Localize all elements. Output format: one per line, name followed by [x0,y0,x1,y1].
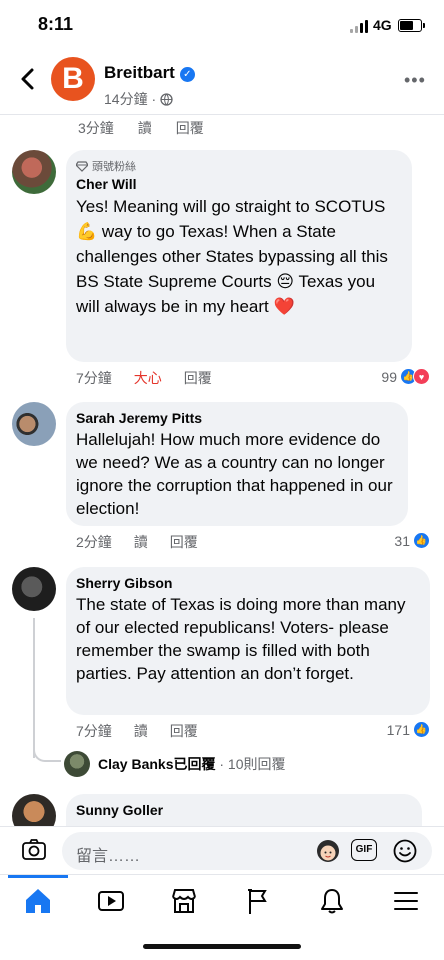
comment-actions: 2分鐘 讀 回覆 [76,532,198,552]
status-time: 8:11 [38,14,74,34]
comment-text: Yes! Meaning will go straight to SCOTUS … [76,194,402,319]
comment-bubble[interactable]: Sarah Jeremy Pitts Hallelujah! How much … [66,402,408,526]
bottom-tab-bar [0,874,444,927]
read-link[interactable]: 讀 [138,118,152,138]
reply-link[interactable]: 回覆 [170,721,198,741]
replier-name: Clay Banks [98,756,174,772]
read-link[interactable]: 讀 [134,532,148,552]
comment-text: The state of Texas is doing more than ma… [76,595,406,683]
comment-text: Hallelujah! How much more evidence do we… [76,430,393,518]
home-icon[interactable] [22,885,54,917]
reply-link[interactable]: 回覆 [170,532,198,552]
reaction-summary[interactable]: 171 👍 [387,721,430,738]
reply-link[interactable]: 回覆 [184,368,212,388]
reply-suffix: 已回覆 [173,756,216,772]
comments-feed[interactable]: 3分鐘 讀 回覆 頭號粉絲 Cher Will Yes! Meaning wil… [0,114,444,826]
comment-actions: 7分鐘 大心 回覆 [76,368,212,388]
like-reaction-icon: 👍 [413,721,430,738]
like-reaction-icon: 👍 [413,532,430,549]
reaction-count: 31 [394,532,410,549]
post-header: B Breitbart ✓ 14分鐘 · ••• [0,50,444,114]
avatar-sticker-icon[interactable] [315,838,341,864]
signal-icon [350,20,368,33]
diamond-icon [76,160,88,172]
status-bar: 8:11 4G [0,0,444,50]
notifications-bell-icon[interactable] [316,885,348,917]
verified-badge-icon: ✓ [179,67,195,82]
commenter-name[interactable]: Sunny Goller [76,802,412,818]
network-type: 4G [373,17,392,33]
reply-summary-text: Clay Banks已回覆 · 10則回覆 [98,754,286,774]
reply-link[interactable]: 回覆 [176,118,204,138]
gif-label: GIF [355,844,373,855]
avatar[interactable] [12,402,56,446]
watch-video-icon[interactable] [95,885,127,917]
flexed-biceps-emoji-icon: 💪 [76,222,98,241]
top-fan-badge: 頭號粉絲 [76,158,402,174]
page-logo-letter: B [62,62,84,95]
reaction-count: 171 [386,721,410,738]
pages-flag-icon[interactable] [242,885,274,917]
back-arrow-icon[interactable] [14,64,44,94]
comment-bubble[interactable]: 頭號粉絲 Cher Will Yes! Meaning will go stra… [66,150,412,362]
comment-input[interactable]: 留言…… GIF [62,832,432,870]
globe-icon [160,93,173,106]
read-link[interactable]: 讀 [134,721,148,741]
comment-bubble[interactable]: Sunny Goller [66,794,422,826]
reaction-summary[interactable]: 31 👍 [394,532,430,549]
post-meta: 14分鐘 · [104,89,173,109]
reply-thread-line [33,618,35,758]
more-options-icon[interactable]: ••• [404,70,426,91]
pensive-face-emoji-icon: 😔 [276,272,295,291]
marketplace-icon[interactable] [168,885,200,917]
menu-hamburger-icon[interactable] [390,885,422,917]
page-name-row[interactable]: Breitbart ✓ [104,63,195,83]
reply-thread-curve [33,740,61,762]
post-time: 14分鐘 · [104,91,161,107]
comment-text-part: Yes! Meaning will go straight to SCOTUS [76,197,386,216]
replier-avatar [64,751,90,777]
avatar[interactable] [12,794,56,826]
page-avatar[interactable]: B [51,57,95,101]
commenter-name[interactable]: Sherry Gibson [76,575,420,591]
red-heart-emoji-icon: ❤️ [273,297,295,316]
comment-time: 3分鐘 [78,120,114,136]
reply-count: · 10則回覆 [215,756,286,772]
comment-time: 7分鐘 [76,723,112,739]
comment-bubble[interactable]: Sherry Gibson The state of Texas is doin… [66,567,430,715]
gif-button[interactable]: GIF [351,839,377,861]
avatar[interactable] [12,567,56,611]
active-tab-indicator [8,875,68,878]
emoji-icon[interactable] [392,838,418,864]
love-reaction-icon: ♥ [413,368,430,385]
comment-time: 7分鐘 [76,370,112,386]
comment-time: 2分鐘 [76,534,112,550]
commenter-name[interactable]: Cher Will [76,176,402,192]
page-name[interactable]: Breitbart [104,63,175,82]
battery-icon [398,19,425,32]
previous-comment-actions: 3分鐘 讀 回覆 [78,118,204,138]
comment-composer: 留言…… GIF [0,826,444,875]
reaction-count: 99 [381,368,397,385]
view-replies-link[interactable]: Clay Banks已回覆 · 10則回覆 [64,751,286,777]
camera-icon[interactable] [20,836,48,864]
comment-placeholder: 留言…… [76,848,141,865]
reaction-summary[interactable]: 99 👍 ♥ [381,368,430,385]
love-reaction-link[interactable]: 大心 [134,368,162,388]
comment-actions: 7分鐘 讀 回覆 [76,721,198,741]
commenter-name[interactable]: Sarah Jeremy Pitts [76,410,398,426]
badge-label: 頭號粉絲 [92,161,136,173]
avatar[interactable] [12,150,56,194]
home-indicator [143,944,301,949]
